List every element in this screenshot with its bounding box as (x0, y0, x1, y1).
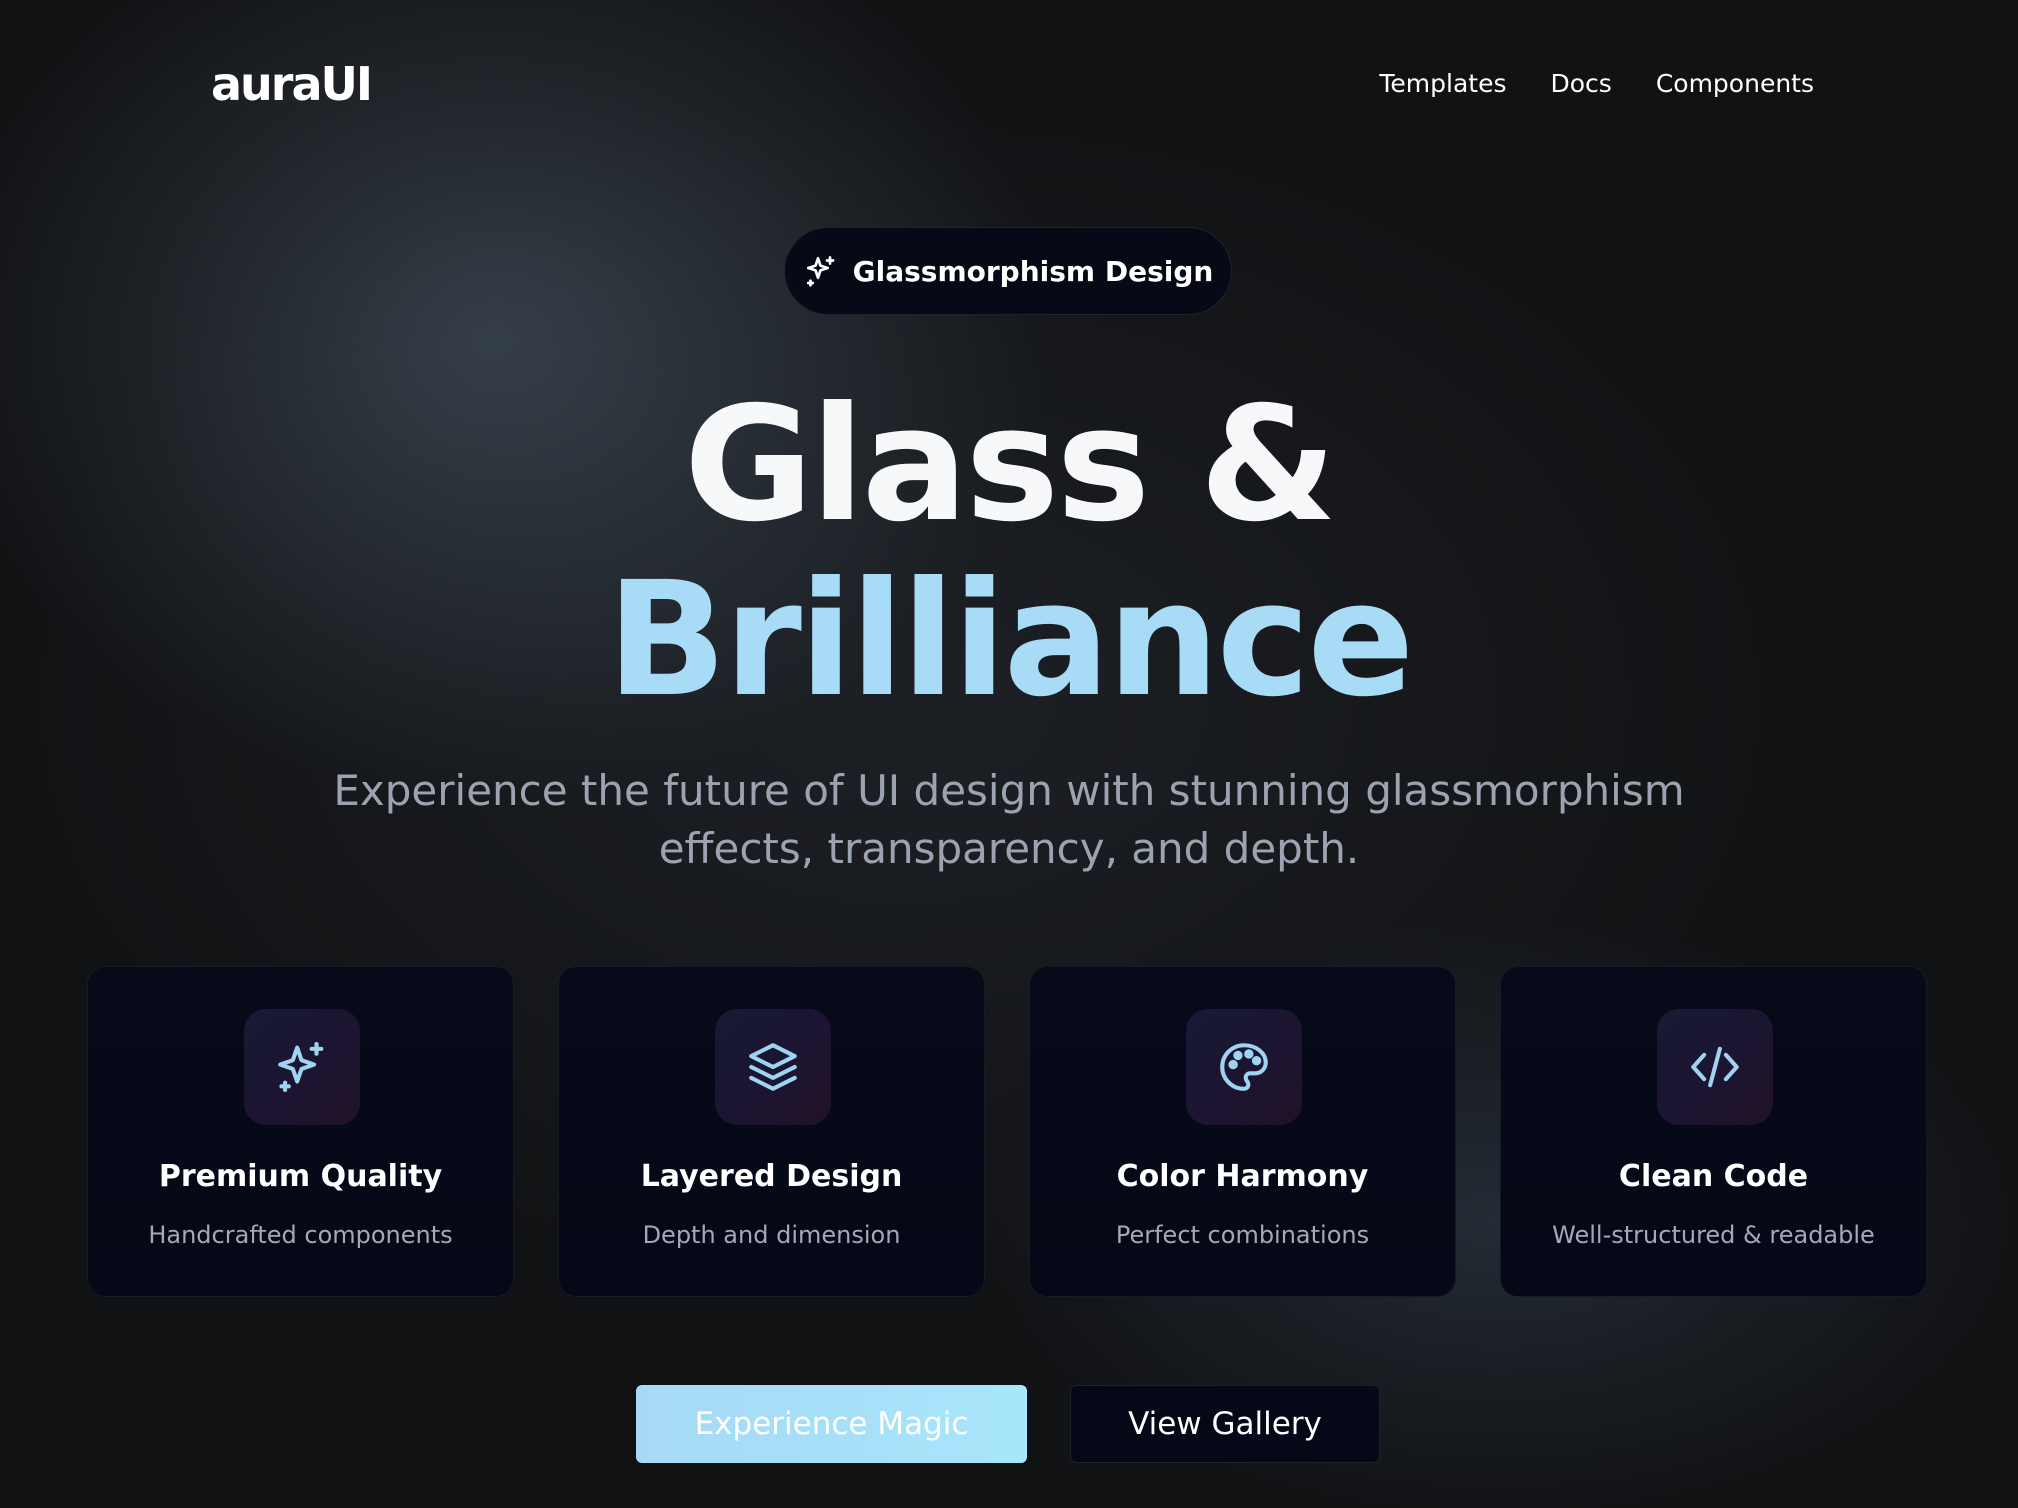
badge-label: Glassmorphism Design (852, 254, 1214, 288)
nav-link-templates[interactable]: Templates (1379, 66, 1506, 102)
nav-link-docs[interactable]: Docs (1551, 66, 1612, 102)
code-icon (1657, 1009, 1773, 1125)
feature-card-layered-design[interactable]: Layered Design Depth and dimension (558, 966, 985, 1297)
feature-description: Depth and dimension (642, 1221, 901, 1249)
logo[interactable]: auraUI (211, 56, 373, 112)
nav-link-components[interactable]: Components (1656, 66, 1814, 102)
feature-title: Color Harmony (1116, 1159, 1369, 1194)
sparkles-icon (803, 253, 839, 289)
feature-title: Layered Design (640, 1159, 903, 1194)
hero-subtitle-line2: effects, transparency, and depth. (658, 824, 1360, 873)
feature-badge: Glassmorphism Design (784, 227, 1232, 315)
feature-description: Perfect combinations (1115, 1221, 1370, 1249)
top-nav: Templates Docs Components (1379, 66, 1814, 102)
hero-title-line1: Glass & (683, 373, 1337, 557)
feature-title: Premium Quality (158, 1159, 443, 1194)
experience-magic-button[interactable]: Experience Magic (636, 1385, 1027, 1463)
feature-card-color-harmony[interactable]: Color Harmony Perfect combinations (1029, 966, 1456, 1297)
feature-description: Well-structured & readable (1552, 1221, 1875, 1249)
palette-icon (1186, 1009, 1302, 1125)
hero-subtitle-line1: Experience the future of UI design with … (333, 766, 1685, 815)
layers-icon (715, 1009, 831, 1125)
feature-card-clean-code[interactable]: Clean Code Well-structured & readable (1500, 966, 1927, 1297)
feature-description: Handcrafted components (148, 1221, 453, 1249)
feature-card-premium-quality[interactable]: Premium Quality Handcrafted components (87, 966, 514, 1297)
sparkles-icon (244, 1009, 360, 1125)
feature-cards: Premium Quality Handcrafted components L… (87, 966, 1930, 1297)
view-gallery-button[interactable]: View Gallery (1070, 1385, 1380, 1463)
feature-title: Clean Code (1618, 1159, 1809, 1194)
hero-title-line2: Brilliance (606, 548, 1415, 732)
hero-subtitle: Experience the future of UI design with … (309, 762, 1709, 878)
